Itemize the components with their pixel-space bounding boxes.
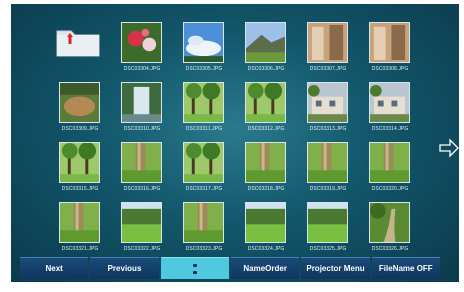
thumbnail-filename: DSC03314.JPG [371, 126, 409, 132]
thumbnail-filename: DSC03310.JPG [123, 126, 161, 132]
thumbnail-image [245, 22, 286, 63]
thumbnail-image [307, 142, 348, 183]
photo-thumbnail[interactable]: DSC03310.JPG [118, 82, 166, 136]
thumbnail-image [183, 202, 224, 243]
photo-thumbnail[interactable]: DSC03321.JPG [56, 202, 104, 256]
thumbnail-image [369, 82, 410, 123]
photo-thumbnail[interactable]: DSC03325.JPG [304, 202, 352, 256]
photo-thumbnail[interactable]: DSC03324.JPG [242, 202, 290, 256]
thumbnail-image [121, 82, 162, 123]
thumbnail-image [369, 22, 410, 63]
filename-toggle-button[interactable]: FileName OFF [371, 257, 440, 279]
thumbnail-image [121, 202, 162, 243]
thumbnail-image [59, 202, 100, 243]
thumbnail-filename: DSC03313.JPG [309, 126, 347, 132]
thumbnail-filename: DSC03318.JPG [247, 186, 285, 192]
photo-thumbnail[interactable]: DSC03305.JPG [180, 22, 228, 76]
thumbnail-image [307, 22, 348, 63]
thumbnail-filename: DSC03326.JPG [371, 246, 409, 252]
photo-thumbnail[interactable]: DSC03326.JPG [366, 202, 414, 256]
thumbnail-filename: DSC03309.JPG [61, 126, 99, 132]
photo-thumbnail[interactable]: DSC03313.JPG [304, 82, 352, 136]
photo-thumbnail[interactable]: DSC03314.JPG [366, 82, 414, 136]
thumbnail-image [245, 202, 286, 243]
thumbnail-filename: DSC03312.JPG [247, 126, 285, 132]
indicator-dot [192, 270, 197, 274]
thumbnail-filename: DSC03307.JPG [309, 66, 347, 72]
photo-thumbnail[interactable]: DSC03306.JPG [242, 22, 290, 76]
thumbnail-filename: DSC03308.JPG [371, 66, 409, 72]
thumbnail-filename: DSC03322.JPG [123, 246, 161, 252]
projector-menu-button[interactable]: Projector Menu [301, 257, 370, 279]
name-order-button[interactable]: NameOrder [230, 257, 300, 279]
photo-thumbnail[interactable]: DSC03315.JPG [56, 142, 104, 196]
photo-thumbnail[interactable]: DSC03322.JPG [118, 202, 166, 256]
thumbnail-image [245, 142, 286, 183]
toolbar: Next Previous NameOrder Projector Menu F… [20, 257, 440, 279]
indicator-dot [192, 263, 197, 267]
thumbnail-filename: DSC03311.JPG [185, 126, 223, 132]
photo-thumbnail[interactable]: DSC03319.JPG [304, 142, 352, 196]
screen: DSC03304.JPG DSC03305.JPG DSC03306.JPG DSC0… [11, 4, 459, 282]
photo-thumbnail[interactable]: DSC03309.JPG [56, 82, 104, 136]
thumbnail-filename: DSC03315.JPG [61, 186, 99, 192]
thumbnail-filename: DSC03305.JPG [185, 66, 223, 72]
thumbnail-filename: DSC03304.JPG [123, 66, 161, 72]
thumbnail-filename: DSC03325.JPG [309, 246, 347, 252]
photo-thumbnail[interactable]: DSC03320.JPG [366, 142, 414, 196]
photo-thumbnail[interactable]: DSC03308.JPG [366, 22, 414, 76]
previous-button[interactable]: Previous [90, 257, 159, 279]
thumbnail-filename: DSC03320.JPG [371, 186, 409, 192]
selected-slot-button[interactable] [160, 257, 229, 279]
thumbnail-image [121, 142, 162, 183]
thumbnail-image [369, 142, 410, 183]
thumbnail-image [307, 202, 348, 243]
thumbnail-image [183, 22, 224, 63]
arrow-right-icon[interactable] [438, 137, 459, 159]
photo-thumbnail[interactable]: DSC03304.JPG [118, 22, 166, 76]
thumbnail-filename: DSC03324.JPG [247, 246, 285, 252]
thumbnail-image [183, 142, 224, 183]
photo-thumbnail[interactable]: DSC03311.JPG [180, 82, 228, 136]
thumbnail-image [245, 82, 286, 123]
thumbnail-filename: DSC03321.JPG [61, 246, 99, 252]
thumbnail-image [307, 82, 348, 123]
thumbnail-image [183, 82, 224, 123]
thumbnail-filename: DSC03316.JPG [123, 186, 161, 192]
thumbnail-image [121, 22, 162, 63]
photo-thumbnail[interactable]: DSC03312.JPG [242, 82, 290, 136]
photo-thumbnail[interactable]: DSC03317.JPG [180, 142, 228, 196]
next-button[interactable]: Next [20, 257, 89, 279]
photo-thumbnail[interactable]: DSC03318.JPG [242, 142, 290, 196]
photo-thumbnail[interactable]: DSC03323.JPG [180, 202, 228, 256]
thumbnail-filename: DSC03317.JPG [185, 186, 223, 192]
thumbnail-image [369, 202, 410, 243]
thumbnail-image [59, 82, 100, 123]
photo-thumbnail[interactable]: DSC03307.JPG [304, 22, 352, 76]
thumbnail-image [59, 142, 100, 183]
thumbnail-filename: DSC03306.JPG [247, 66, 285, 72]
photo-thumbnail[interactable]: DSC03316.JPG [118, 142, 166, 196]
thumbnail-filename: DSC03319.JPG [309, 186, 347, 192]
thumbnail-filename: DSC03323.JPG [185, 246, 223, 252]
thumbnail-grid: DSC03304.JPG DSC03305.JPG DSC03306.JPG DSC0… [11, 4, 459, 282]
